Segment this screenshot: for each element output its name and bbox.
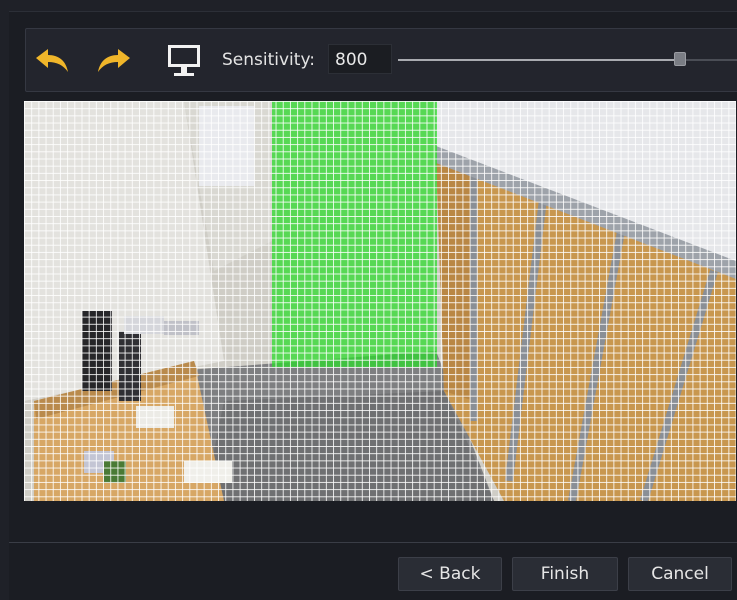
redo-button[interactable] xyxy=(92,43,136,79)
redo-arrow-icon xyxy=(98,49,130,72)
undo-button[interactable] xyxy=(30,43,74,79)
finish-button[interactable]: Finish xyxy=(512,557,618,591)
motion-zone[interactable] xyxy=(272,101,437,367)
back-button[interactable]: < Back xyxy=(398,557,502,591)
sensitivity-slider[interactable] xyxy=(398,52,737,66)
undo-arrow-icon xyxy=(36,49,68,72)
slider-fill xyxy=(398,59,680,61)
camera-view[interactable] xyxy=(24,101,736,501)
monitor-button[interactable] xyxy=(162,43,206,79)
sensitivity-label: Sensitivity: xyxy=(222,50,315,70)
cancel-button[interactable]: Cancel xyxy=(628,557,732,591)
monitor-icon xyxy=(168,45,200,76)
sensitivity-input[interactable]: 800 xyxy=(328,44,392,74)
toolbar: Sensitivity: 800 xyxy=(25,28,737,92)
footer-divider xyxy=(9,542,737,543)
slider-handle[interactable] xyxy=(674,52,686,66)
motion-detection-dialog: Sensitivity: 800 < Back Finish Cancel xyxy=(9,11,737,600)
